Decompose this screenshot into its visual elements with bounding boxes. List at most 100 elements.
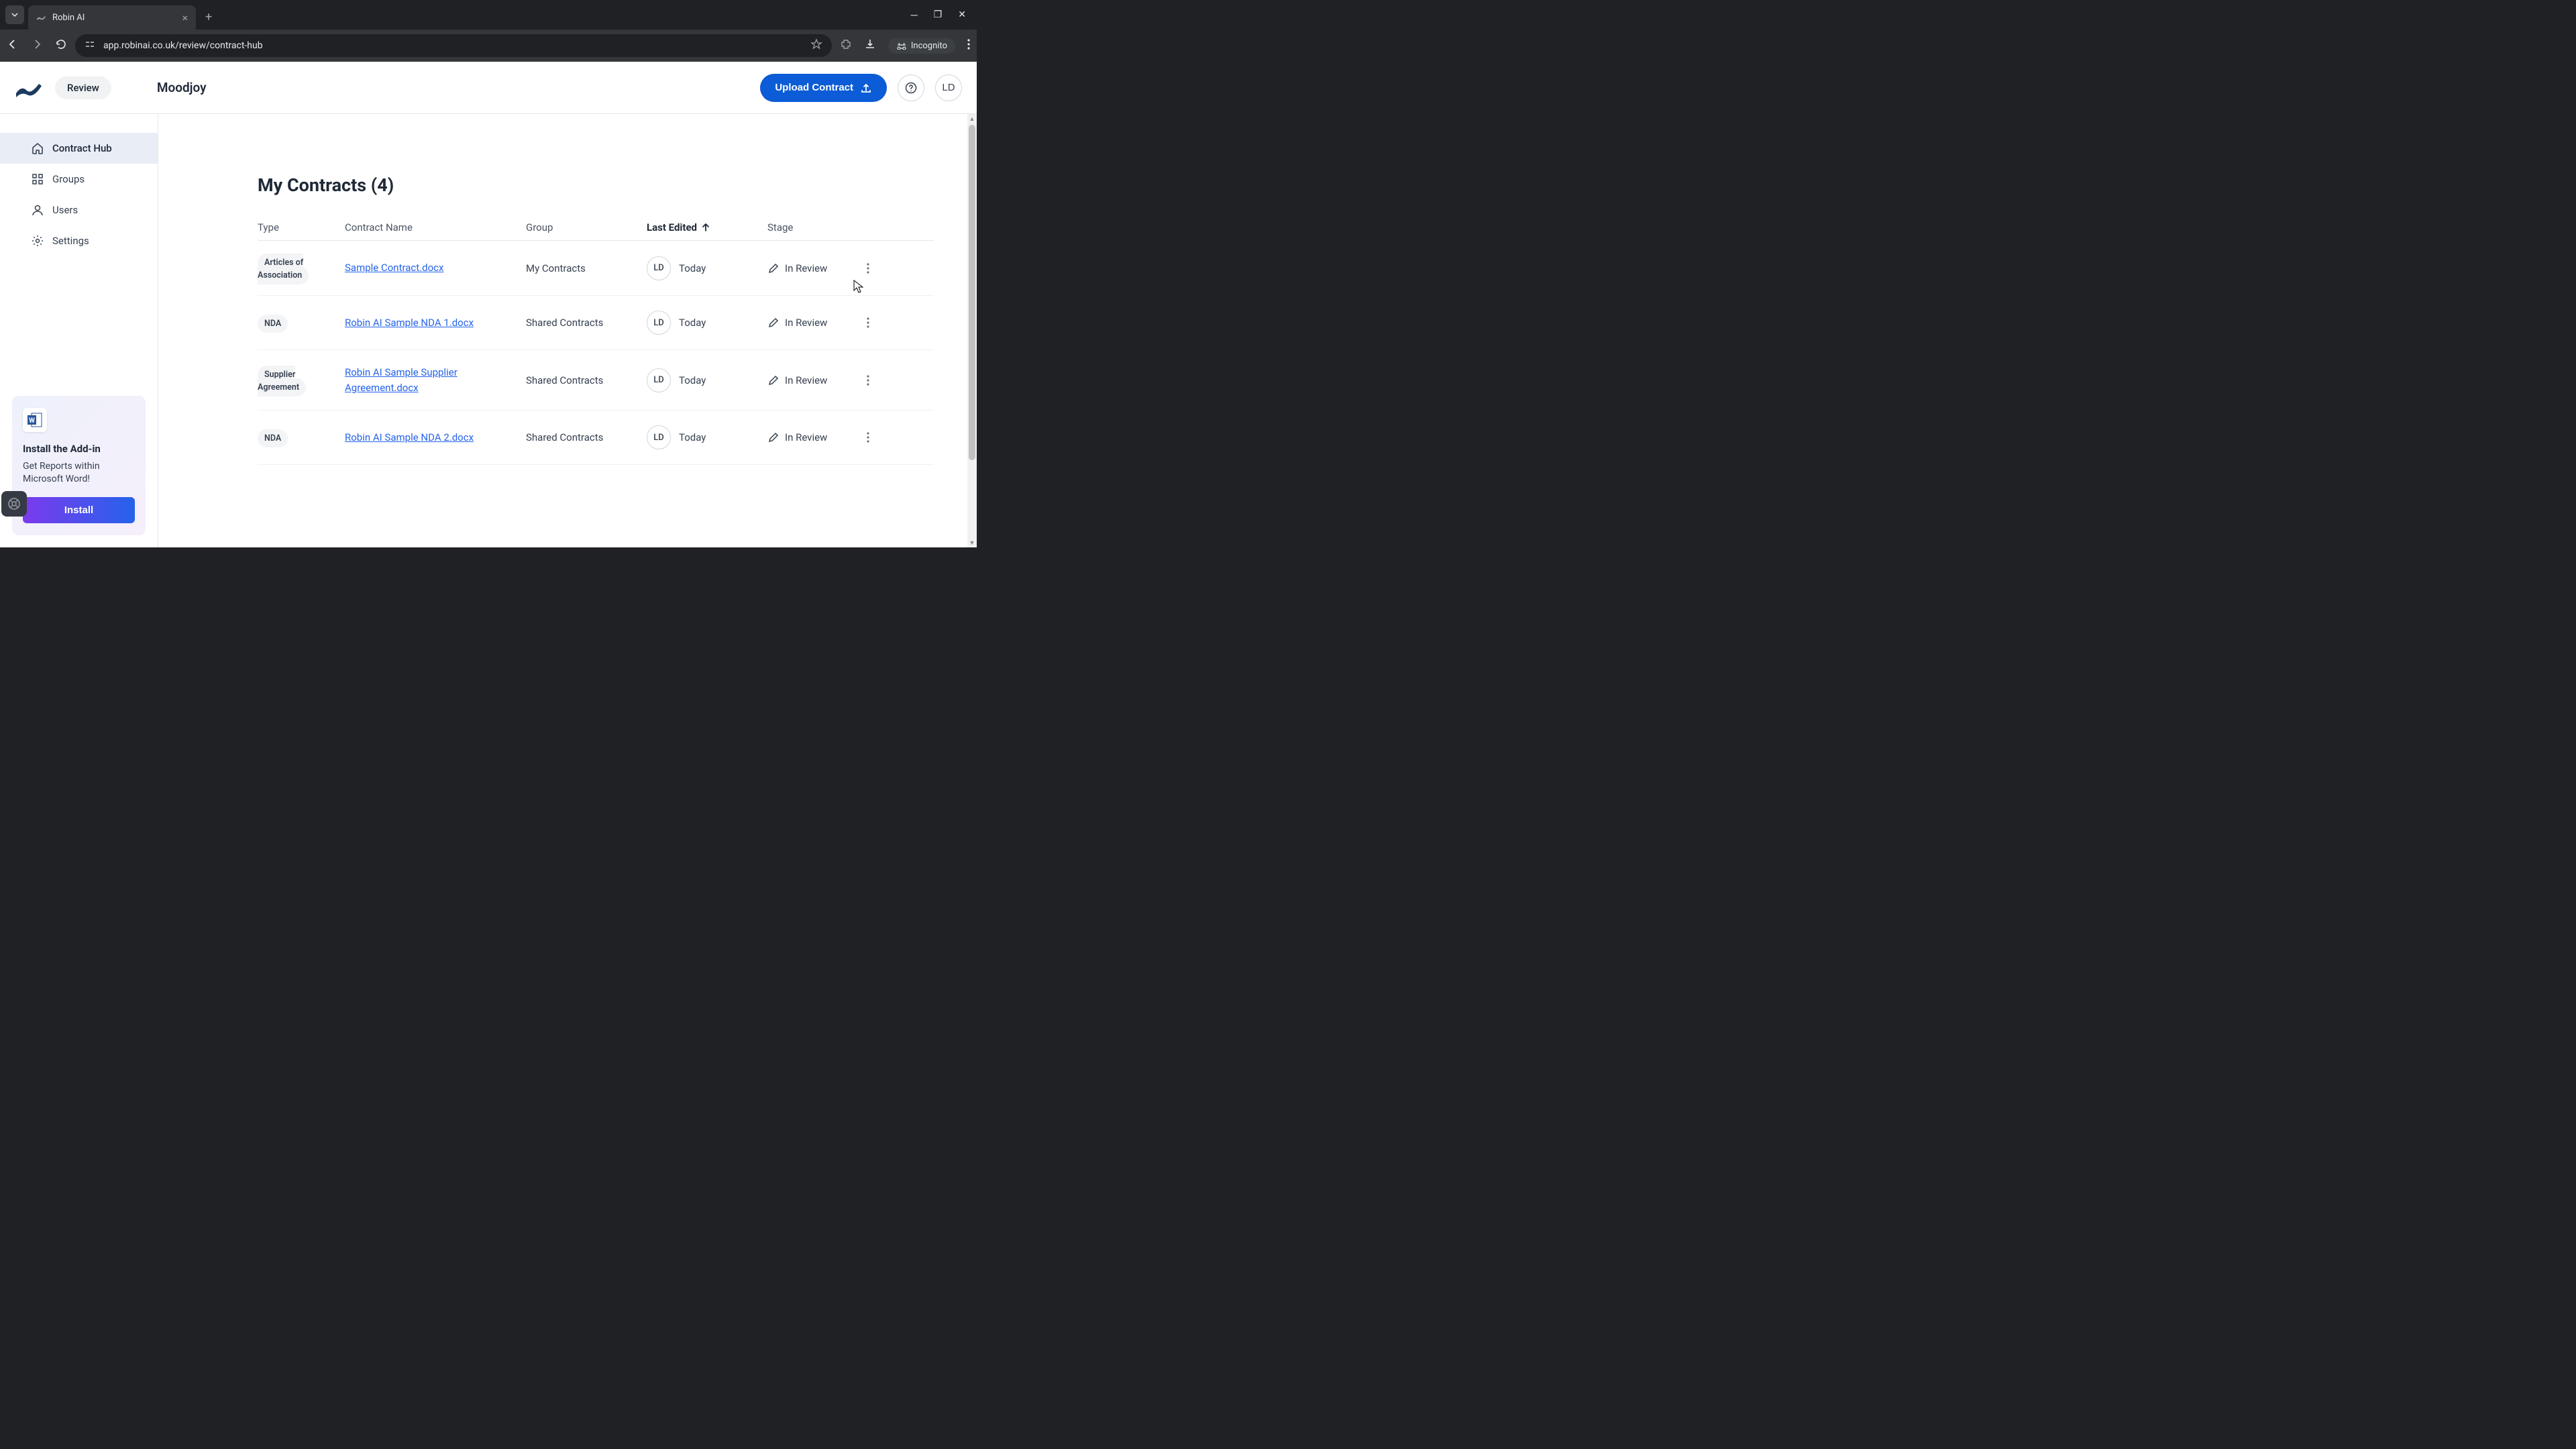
- app-header: Review Moodjoy Upload Contract LD: [0, 62, 977, 114]
- user-avatar[interactable]: LD: [935, 74, 962, 101]
- stage-label: In Review: [785, 262, 827, 274]
- scrollbar-thumb[interactable]: [969, 125, 975, 460]
- help-button[interactable]: [898, 74, 924, 101]
- lifebuoy-icon: [7, 497, 21, 511]
- browser-tab[interactable]: Robin AI ×: [28, 5, 196, 30]
- window-maximize-icon[interactable]: ❐: [934, 9, 943, 21]
- table-row: NDA Robin AI Sample NDA 2.docx Shared Co…: [258, 411, 934, 465]
- site-settings-icon[interactable]: [85, 39, 95, 52]
- col-name[interactable]: Contract Name: [345, 221, 526, 233]
- contract-link[interactable]: Sample Contract.docx: [345, 262, 443, 274]
- chevron-down-icon: [11, 11, 19, 19]
- col-stage[interactable]: Stage: [767, 221, 855, 233]
- robin-logo[interactable]: [15, 78, 42, 97]
- table-row: Articles of Association Sample Contract.…: [258, 241, 934, 296]
- row-menu-button[interactable]: [855, 431, 881, 443]
- kebab-icon: [867, 374, 869, 386]
- type-chip: Supplier Agreement: [258, 366, 306, 396]
- col-type[interactable]: Type: [258, 221, 345, 233]
- window-controls: ─ ❐ ✕: [911, 9, 971, 21]
- back-button[interactable]: [7, 38, 19, 53]
- row-menu-button[interactable]: [855, 374, 881, 386]
- edited-time: Today: [679, 431, 706, 443]
- contract-link[interactable]: Robin AI Sample Supplier Agreement.docx: [345, 366, 458, 394]
- edit-icon: [767, 431, 780, 443]
- incognito-indicator[interactable]: Incognito: [888, 38, 955, 54]
- type-chip: NDA: [258, 315, 288, 333]
- scroll-up-icon[interactable]: ▲: [967, 114, 977, 123]
- scroll-down-icon[interactable]: ▼: [967, 538, 977, 547]
- stage-label: In Review: [785, 317, 827, 329]
- table-row: Supplier Agreement Robin AI Sample Suppl…: [258, 350, 934, 411]
- addin-install-button[interactable]: Install: [23, 497, 135, 523]
- grid-icon: [31, 172, 44, 186]
- forward-button[interactable]: [31, 38, 43, 53]
- edit-icon: [767, 317, 780, 329]
- svg-text:W: W: [29, 417, 35, 425]
- incognito-label: Incognito: [911, 41, 947, 51]
- sidebar-item-users[interactable]: Users: [0, 195, 158, 225]
- window-close-icon[interactable]: ✕: [958, 9, 966, 21]
- tab-favicon: [36, 12, 47, 23]
- table-row: NDA Robin AI Sample NDA 1.docx Shared Co…: [258, 296, 934, 350]
- browser-tab-strip: Robin AI × + ─ ❐ ✕: [0, 0, 977, 30]
- tab-close-icon[interactable]: ×: [182, 11, 188, 24]
- reload-button[interactable]: [55, 38, 67, 53]
- stage-label: In Review: [785, 431, 827, 443]
- row-menu-button[interactable]: [855, 317, 881, 329]
- addin-button-label: Install: [64, 504, 93, 516]
- extensions-icon[interactable]: [840, 38, 852, 53]
- stage-label: In Review: [785, 374, 827, 386]
- address-bar[interactable]: app.robinai.co.uk/review/contract-hub: [75, 34, 832, 57]
- upload-icon: [860, 82, 872, 94]
- tab-search-dropdown[interactable]: [5, 5, 24, 24]
- review-tab[interactable]: Review: [55, 76, 111, 99]
- kebab-icon: [867, 431, 869, 443]
- user-icon: [31, 203, 44, 217]
- type-chip: Articles of Association: [258, 254, 309, 284]
- sidebar-item-label: Groups: [52, 173, 85, 185]
- tab-title: Robin AI: [52, 13, 176, 23]
- browser-menu-icon[interactable]: [967, 39, 970, 52]
- support-widget[interactable]: [1, 491, 27, 517]
- url-text: app.robinai.co.uk/review/contract-hub: [103, 40, 802, 51]
- avatar-initials: LD: [942, 82, 955, 93]
- upload-contract-button[interactable]: Upload Contract: [760, 74, 887, 102]
- upload-label: Upload Contract: [775, 82, 853, 93]
- window-minimize-icon[interactable]: ─: [911, 9, 918, 21]
- editor-avatar: LD: [647, 256, 671, 280]
- editor-avatar: LD: [647, 368, 671, 392]
- type-chip: NDA: [258, 429, 288, 447]
- gear-icon: [31, 234, 44, 248]
- bookmark-icon[interactable]: [810, 38, 822, 53]
- browser-toolbar: app.robinai.co.uk/review/contract-hub In…: [0, 30, 977, 62]
- main-content: My Contracts (4) Type Contract Name Grou…: [158, 114, 977, 547]
- scrollbar[interactable]: ▲ ▼: [967, 114, 977, 547]
- downloads-icon[interactable]: [864, 38, 876, 53]
- addin-promo-card: W Install the Add-in Get Reports within …: [12, 396, 146, 535]
- kebab-icon: [867, 262, 869, 274]
- contract-link[interactable]: Robin AI Sample NDA 1.docx: [345, 317, 474, 329]
- sidebar-item-settings[interactable]: Settings: [0, 225, 158, 256]
- addin-title: Install the Add-in: [23, 443, 135, 455]
- app-root: Review Moodjoy Upload Contract LD Contra…: [0, 62, 977, 547]
- col-edited[interactable]: Last Edited: [647, 221, 767, 233]
- sidebar-item-contract-hub[interactable]: Contract Hub: [0, 133, 158, 164]
- col-edited-label: Last Edited: [647, 221, 697, 233]
- sidebar-item-label: Contract Hub: [52, 142, 112, 154]
- group-cell: Shared Contracts: [526, 317, 647, 329]
- table-header: Type Contract Name Group Last Edited Sta…: [258, 215, 934, 241]
- sidebar-item-label: Settings: [52, 235, 89, 247]
- new-tab-button[interactable]: +: [205, 10, 212, 24]
- workspace-name: Moodjoy: [157, 80, 207, 95]
- addin-description: Get Reports within Microsoft Word!: [23, 460, 135, 486]
- edited-time: Today: [679, 262, 706, 274]
- contract-link[interactable]: Robin AI Sample NDA 2.docx: [345, 431, 474, 443]
- editor-avatar: LD: [647, 311, 671, 335]
- sidebar-item-groups[interactable]: Groups: [0, 164, 158, 195]
- group-cell: Shared Contracts: [526, 431, 647, 443]
- incognito-icon: [896, 42, 907, 50]
- row-menu-button[interactable]: [855, 262, 881, 274]
- page-title: My Contracts (4): [258, 174, 934, 196]
- col-group[interactable]: Group: [526, 221, 647, 233]
